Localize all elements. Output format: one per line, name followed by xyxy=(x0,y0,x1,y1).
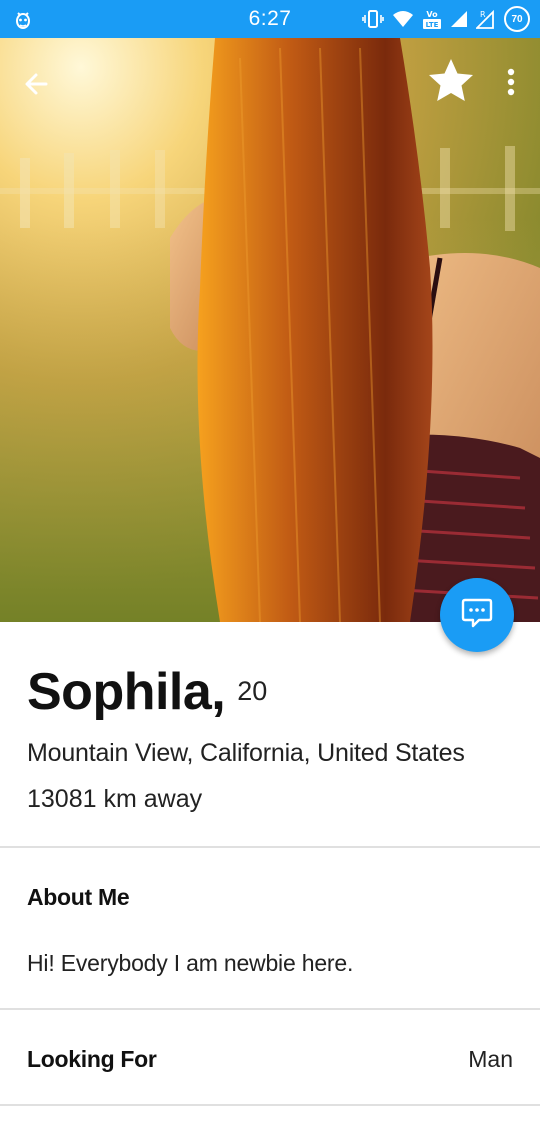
svg-text:R: R xyxy=(480,10,486,19)
more-options-button[interactable] xyxy=(498,64,524,100)
about-title: About Me xyxy=(27,884,130,910)
chat-button[interactable] xyxy=(440,578,514,652)
more-vertical-icon xyxy=(498,64,524,100)
status-bar: 6:27 Vo LTE R 70 xyxy=(0,0,540,38)
profile-location: Mountain View, California, United States xyxy=(27,739,465,767)
profile-distance: 13081 km away xyxy=(27,785,203,813)
wifi-icon xyxy=(392,10,414,28)
vibrate-icon xyxy=(362,9,384,29)
profile-screen: 6:27 Vo LTE R 70 Sophila, 20 Mountain Vi… xyxy=(0,0,540,1140)
back-button[interactable] xyxy=(18,66,54,102)
status-icons: Vo LTE R 70 xyxy=(362,6,530,32)
divider xyxy=(0,1104,540,1106)
favorite-button[interactable] xyxy=(426,56,476,106)
battery-icon: 70 xyxy=(504,6,530,32)
name-row: Sophila, 20 xyxy=(27,660,267,724)
star-icon xyxy=(426,56,476,106)
profile-photo xyxy=(0,38,540,622)
arrow-left-icon xyxy=(18,66,54,102)
looking-for-value: Man xyxy=(468,1046,513,1072)
signal-icon xyxy=(450,10,468,28)
signal-roaming-icon: R xyxy=(476,9,496,29)
volte-icon: Vo LTE xyxy=(422,8,442,30)
about-text: Hi! Everybody I am newbie here. xyxy=(27,950,354,976)
looking-for-label: Looking For xyxy=(27,1046,157,1072)
svg-text:LTE: LTE xyxy=(426,21,439,29)
svg-text:Vo: Vo xyxy=(426,10,438,19)
divider xyxy=(0,846,540,848)
profile-age: 20 xyxy=(237,676,268,706)
profile-name: Sophila, xyxy=(27,663,226,721)
divider xyxy=(0,1008,540,1010)
chat-bubble-icon xyxy=(459,595,495,636)
